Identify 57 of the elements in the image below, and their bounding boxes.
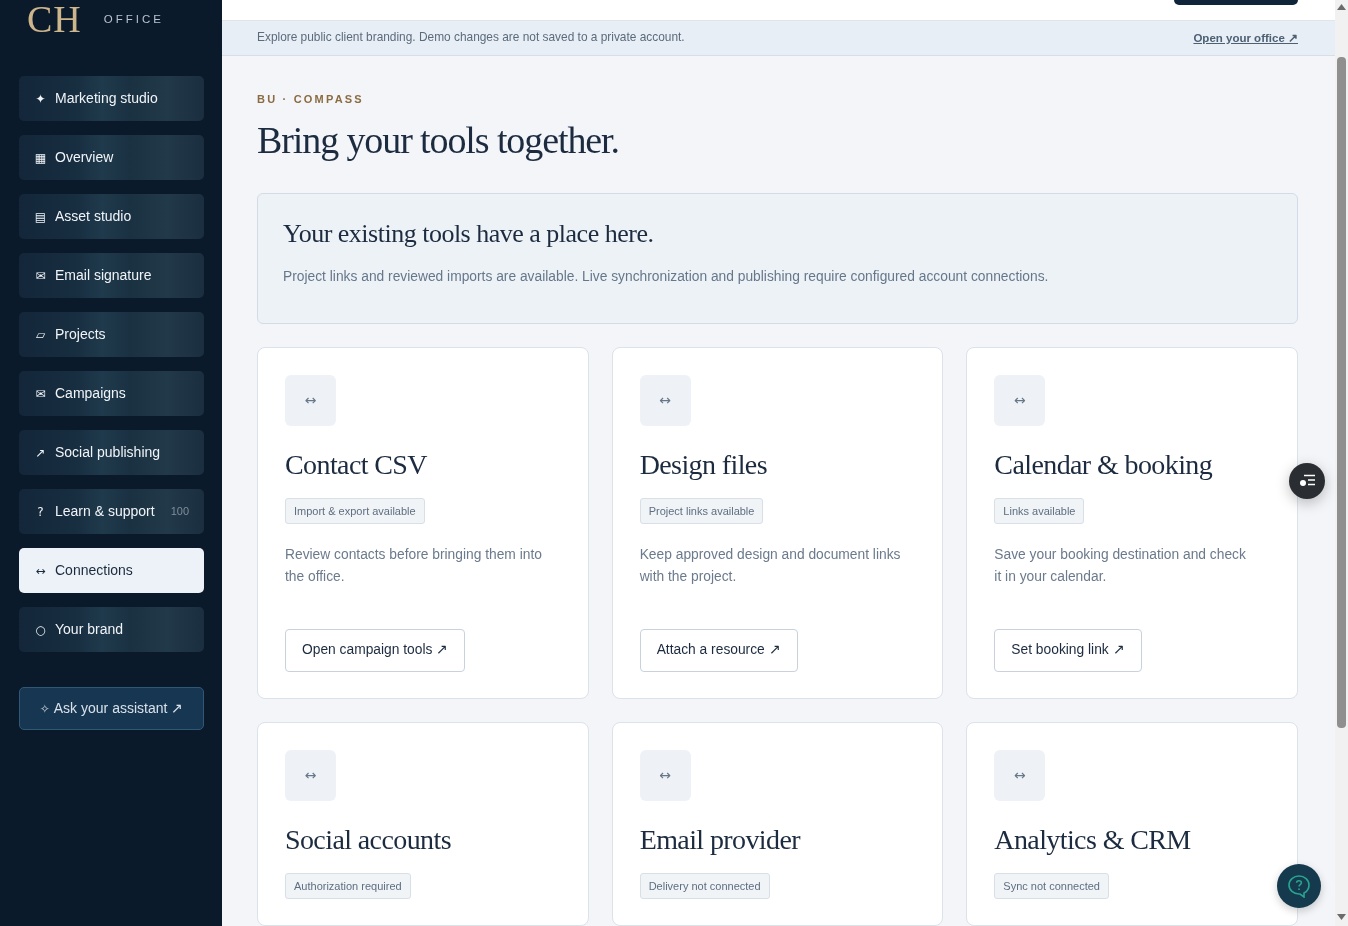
sidebar-item[interactable]: ↗ Social publishing bbox=[19, 430, 204, 475]
action-button[interactable]: Set booking link ↗ bbox=[994, 629, 1142, 672]
question-mark-icon: ? bbox=[34, 502, 47, 521]
logo-subtitle: OFFICE bbox=[103, 12, 164, 26]
diagonal-arrow-icon: ↗ bbox=[34, 443, 47, 462]
status-tag: Sync not connected bbox=[994, 873, 1109, 899]
card-description: Save your booking destination and check it in your calendar. bbox=[994, 546, 1247, 586]
envelope-icon: ✉ bbox=[34, 384, 47, 403]
help-bubble-icon bbox=[1287, 874, 1311, 898]
card-description: Review contacts before bringing them into the office. bbox=[285, 546, 543, 586]
circle-icon: ○ bbox=[34, 620, 47, 639]
page-title: Bring your tools together. bbox=[257, 118, 620, 162]
list-toggle-icon bbox=[1298, 474, 1316, 488]
logo-monogram: CH bbox=[27, 0, 82, 38]
sidebar-item[interactable]: ✉ Email signature bbox=[19, 253, 204, 298]
status-tag: Links available bbox=[994, 498, 1085, 524]
grid-icon: ▦ bbox=[34, 148, 47, 167]
sidebar-item[interactable]: ▱ Projects bbox=[19, 312, 204, 357]
notice-text: Project links and reviewed imports are available. Live synchronization and publishing require configured account connections. bbox=[283, 268, 1050, 286]
card-title: Analytics & CRM bbox=[994, 823, 1192, 857]
sidebar-item[interactable]: ▦ Overview bbox=[19, 135, 204, 180]
sidebar-item[interactable]: ○ Your brand bbox=[19, 607, 204, 652]
action-button[interactable]: Open campaign tools ↗ bbox=[285, 629, 466, 672]
sidebar-item[interactable]: ↔ Connections bbox=[19, 548, 204, 593]
card-title: Email provider bbox=[639, 823, 802, 857]
header-button[interactable] bbox=[1174, 0, 1298, 5]
action-button[interactable]: Attach a resource ↗ bbox=[639, 629, 798, 672]
sidebar-item[interactable]: ? Learn & support 100 bbox=[19, 489, 204, 534]
scrollbar-thumb[interactable] bbox=[1337, 57, 1346, 728]
status-tag: Project links available bbox=[639, 498, 764, 524]
card-title: Social accounts bbox=[285, 823, 452, 857]
status-tag: Import & export available bbox=[285, 498, 425, 524]
item-count: 100 bbox=[170, 504, 189, 520]
card-title: Contact CSV bbox=[285, 448, 428, 482]
banner-text: Explore public client branding. Demo changes are not saved to a private account. bbox=[257, 29, 685, 47]
card-title: Calendar & booking bbox=[994, 448, 1214, 482]
double-arrow-icon: ↔ bbox=[34, 561, 47, 580]
sidebar-item[interactable]: ▤ Asset studio bbox=[19, 194, 204, 239]
notice-title: Your existing tools have a place here. bbox=[283, 218, 655, 250]
help-chat-button[interactable] bbox=[1277, 864, 1321, 908]
status-tag: Authorization required bbox=[285, 873, 411, 899]
sidebar-item[interactable]: ✦ Marketing studio bbox=[19, 76, 204, 121]
sparkle-icon: ✧ bbox=[39, 699, 50, 718]
page-eyebrow: BU · COMPASS bbox=[257, 93, 365, 106]
open-office-link[interactable]: Open your office ↗ bbox=[1193, 29, 1298, 47]
card-title: Design files bbox=[639, 448, 768, 482]
scroll-down-icon[interactable] bbox=[1337, 914, 1346, 920]
scroll-up-icon[interactable] bbox=[1337, 4, 1346, 10]
sparkle-icon: ✦ bbox=[34, 89, 47, 108]
parallelogram-icon: ▱ bbox=[34, 325, 47, 344]
toggle-panel-button[interactable] bbox=[1289, 463, 1325, 499]
assistant-button[interactable]: ✧ Ask your assistant ↗ bbox=[19, 687, 204, 730]
card-description: Keep approved design and document links with the project. bbox=[639, 546, 902, 586]
lines-icon: ▤ bbox=[34, 207, 47, 226]
sidebar-item[interactable]: ✉ Campaigns bbox=[19, 371, 204, 416]
envelope-icon: ✉ bbox=[34, 266, 47, 285]
status-tag: Delivery not connected bbox=[639, 873, 770, 899]
